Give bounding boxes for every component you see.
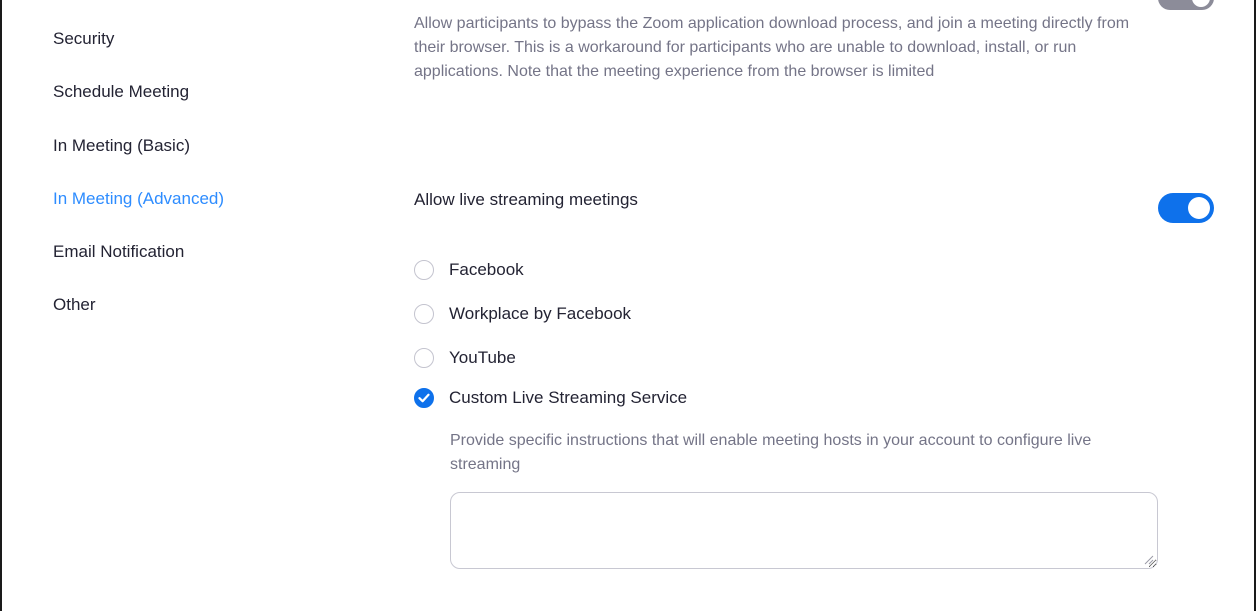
- browser-join-toggle[interactable]: [1158, 0, 1214, 10]
- resize-grip-icon[interactable]: [1142, 553, 1154, 565]
- sidebar-item-email-notification[interactable]: Email Notification: [53, 242, 184, 262]
- option-label: YouTube: [449, 348, 516, 367]
- option-label: Workplace by Facebook: [449, 304, 632, 323]
- workplace-checkbox[interactable]: [414, 304, 434, 324]
- sidebar-item-schedule-meeting[interactable]: Schedule Meeting: [53, 82, 189, 102]
- live-streaming-title: Allow live streaming meetings: [414, 190, 638, 209]
- custom-streaming-instructions-input[interactable]: [450, 492, 1158, 569]
- option-label: Custom Live Streaming Service: [449, 388, 688, 407]
- option-youtube[interactable]: YouTube: [414, 346, 516, 370]
- toggle-knob: [1188, 197, 1210, 219]
- custom-streaming-instructions-label: Provide specific instructions that will …: [450, 432, 1092, 473]
- browser-join-description: Allow participants to bypass the Zoom ap…: [414, 15, 1130, 80]
- custom-streaming-checkbox[interactable]: [414, 388, 434, 408]
- sidebar-item-other[interactable]: Other: [53, 295, 96, 315]
- option-facebook[interactable]: Facebook: [414, 258, 524, 282]
- sidebar-item-in-meeting-advanced[interactable]: In Meeting (Advanced): [53, 189, 224, 209]
- option-label: Facebook: [449, 260, 524, 279]
- sidebar-item-security[interactable]: Security: [53, 29, 114, 49]
- live-streaming-toggle[interactable]: [1158, 193, 1214, 223]
- youtube-checkbox[interactable]: [414, 348, 434, 368]
- sidebar-item-in-meeting-basic[interactable]: In Meeting (Basic): [53, 136, 190, 156]
- toggle-knob: [1192, 0, 1210, 7]
- option-custom-live-streaming[interactable]: Custom Live Streaming Service: [414, 386, 687, 410]
- check-icon: [418, 393, 430, 403]
- facebook-checkbox[interactable]: [414, 260, 434, 280]
- option-workplace-by-facebook[interactable]: Workplace by Facebook: [414, 302, 631, 326]
